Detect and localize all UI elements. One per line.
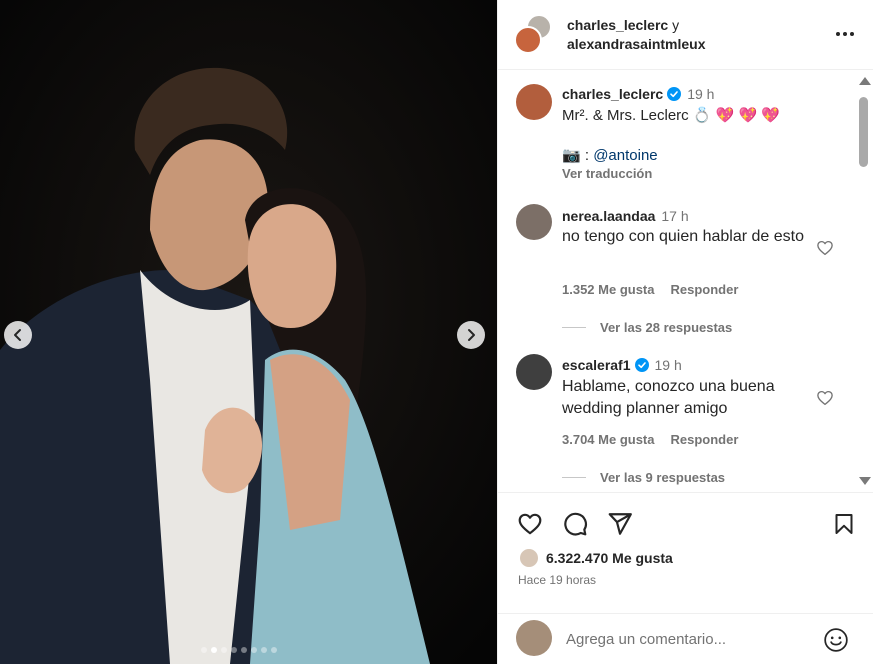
scroll-down-arrow-icon[interactable] <box>859 477 871 485</box>
owner-2-username[interactable]: alexandrasaintmleux <box>567 36 706 52</box>
like-button[interactable] <box>516 510 544 538</box>
avatar[interactable] <box>516 84 552 120</box>
comment-header: nerea.laandaa 17 h <box>562 208 689 224</box>
emoji-button[interactable] <box>822 626 850 654</box>
comment-username[interactable]: nerea.laandaa <box>562 208 655 224</box>
save-button[interactable] <box>830 510 858 538</box>
view-replies-label[interactable]: Ver las 28 respuestas <box>600 320 732 335</box>
reply-button[interactable]: Responder <box>671 282 739 297</box>
add-comment-bar <box>498 613 873 664</box>
owners-avatars[interactable] <box>514 14 554 54</box>
comments-section[interactable]: charles_leclerc 19 h Mr². & Mrs. Leclerc … <box>498 71 873 491</box>
comment-input[interactable] <box>566 628 806 650</box>
scroll-up-arrow-icon[interactable] <box>859 77 871 85</box>
comment-likes[interactable]: 3.704 Me gusta <box>562 432 655 447</box>
avatar[interactable] <box>516 204 552 240</box>
caption-username[interactable]: charles_leclerc <box>562 86 663 102</box>
comment-likes[interactable]: 1.352 Me gusta <box>562 282 655 297</box>
view-replies-label[interactable]: Ver las 9 respuestas <box>600 470 725 485</box>
post-owners: charles_leclerc y alexandrasaintmleux <box>567 16 706 54</box>
comment-meta: 3.704 Me gusta Responder <box>562 432 738 447</box>
caption-time[interactable]: 19 h <box>687 86 714 102</box>
more-options-button[interactable] <box>834 24 856 44</box>
post-actions: 6.322.470 Me gusta Hace 19 horas <box>498 492 873 664</box>
avatar[interactable] <box>516 354 552 390</box>
carousel-prev-button[interactable] <box>4 321 32 349</box>
carousel-dot <box>211 647 217 653</box>
post-panel: charles_leclerc y alexandrasaintmleux ch… <box>497 0 873 664</box>
current-user-avatar <box>516 620 552 656</box>
carousel-dot <box>231 647 237 653</box>
carousel-dot <box>241 647 247 653</box>
carousel-dot <box>261 647 267 653</box>
share-button[interactable] <box>606 510 634 538</box>
chevron-right-icon <box>468 329 475 341</box>
caption-credit: 📷 : @antoine <box>562 146 658 164</box>
comment-text: Hablame, conozco una buena wedding plann… <box>562 378 775 417</box>
comment-time[interactable]: 17 h <box>661 208 688 224</box>
verified-badge-icon <box>667 87 682 101</box>
comment-header: escaleraf1 19 h <box>562 357 682 373</box>
replies-divider <box>562 477 586 478</box>
post-media[interactable] <box>0 0 497 664</box>
likes-count[interactable]: 6.322.470 Me gusta <box>546 550 673 566</box>
carousel-dot <box>271 647 277 653</box>
scrollbar-thumb[interactable] <box>859 97 868 167</box>
comment-username[interactable]: escaleraf1 <box>562 357 631 373</box>
comment-icon <box>564 512 587 536</box>
comment-text: no tengo con quien hablar de esto <box>562 228 804 245</box>
credit-mention-link[interactable]: @antoine <box>593 147 657 164</box>
carousel-dot <box>251 647 257 653</box>
like-comment-heart-icon[interactable] <box>816 389 834 407</box>
credit-prefix: 📷 : <box>562 147 590 164</box>
avatar-charles[interactable] <box>514 26 542 54</box>
replies-divider <box>562 327 586 328</box>
smiley-icon <box>824 628 848 652</box>
more-horizontal-icon <box>836 32 854 36</box>
caption-text: Mr². & Mrs. Leclerc 💍 💖 💖 💖 <box>562 107 781 124</box>
carousel-indicator <box>201 647 277 653</box>
comment-meta: 1.352 Me gusta Responder <box>562 282 738 297</box>
translate-link[interactable]: Ver traducción <box>562 166 652 181</box>
reply-button[interactable]: Responder <box>671 432 739 447</box>
view-replies-button[interactable]: Ver las 9 respuestas <box>562 470 725 485</box>
like-comment-heart-icon[interactable] <box>816 239 834 257</box>
view-replies-button[interactable]: Ver las 28 respuestas <box>562 320 732 335</box>
heart-icon <box>518 513 542 535</box>
post-photo <box>0 0 497 664</box>
comment-button[interactable] <box>561 510 589 538</box>
comments-scrollbar[interactable] <box>855 71 872 492</box>
post-timestamp[interactable]: Hace 19 horas <box>518 573 596 587</box>
bookmark-icon <box>835 514 853 534</box>
chevron-left-icon <box>14 329 21 341</box>
liker-avatar <box>518 547 540 569</box>
carousel-dot <box>201 647 207 653</box>
owners-connector: y <box>672 17 680 33</box>
paper-plane-icon <box>608 513 632 535</box>
carousel-next-button[interactable] <box>457 321 485 349</box>
owner-1-username[interactable]: charles_leclerc <box>567 17 668 33</box>
caption-header: charles_leclerc 19 h <box>562 86 714 102</box>
verified-badge-icon <box>634 358 649 372</box>
post-header: charles_leclerc y alexandrasaintmleux <box>498 0 873 70</box>
carousel-dot <box>221 647 227 653</box>
comment-time[interactable]: 19 h <box>655 357 682 373</box>
likes-summary[interactable]: 6.322.470 Me gusta <box>518 547 673 569</box>
